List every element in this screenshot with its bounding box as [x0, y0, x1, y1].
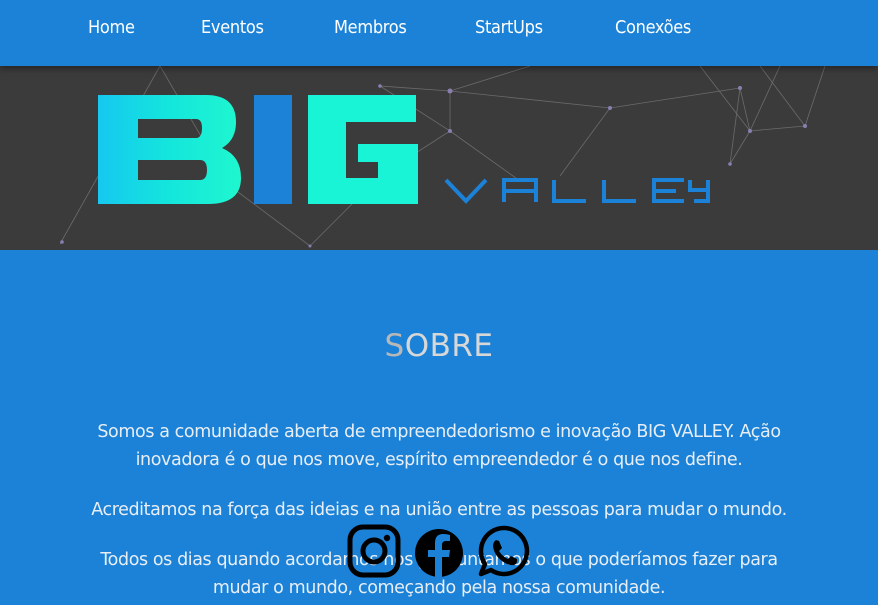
- nav-home[interactable]: Home: [88, 17, 135, 38]
- section-title: SOBRE: [384, 328, 494, 364]
- facebook-icon[interactable]: [412, 524, 466, 578]
- nav-membros[interactable]: Membros: [334, 17, 407, 38]
- top-navigation: Home Eventos Membros StartUps Conexões: [0, 0, 878, 66]
- about-paragraph-1: Somos a comunidade aberta de empreendedo…: [97, 422, 781, 470]
- big-logo: [98, 95, 418, 204]
- hero-banner: [0, 66, 878, 250]
- about-paragraph-2: Acreditamos na força das ideias e na uni…: [91, 500, 787, 520]
- nav-conexoes[interactable]: Conexões: [615, 17, 691, 38]
- valley-logo: [444, 178, 710, 204]
- nav-startups[interactable]: StartUps: [475, 17, 543, 38]
- instagram-icon[interactable]: [347, 524, 401, 578]
- whatsapp-icon[interactable]: [477, 524, 531, 578]
- nav-eventos[interactable]: Eventos: [201, 17, 264, 38]
